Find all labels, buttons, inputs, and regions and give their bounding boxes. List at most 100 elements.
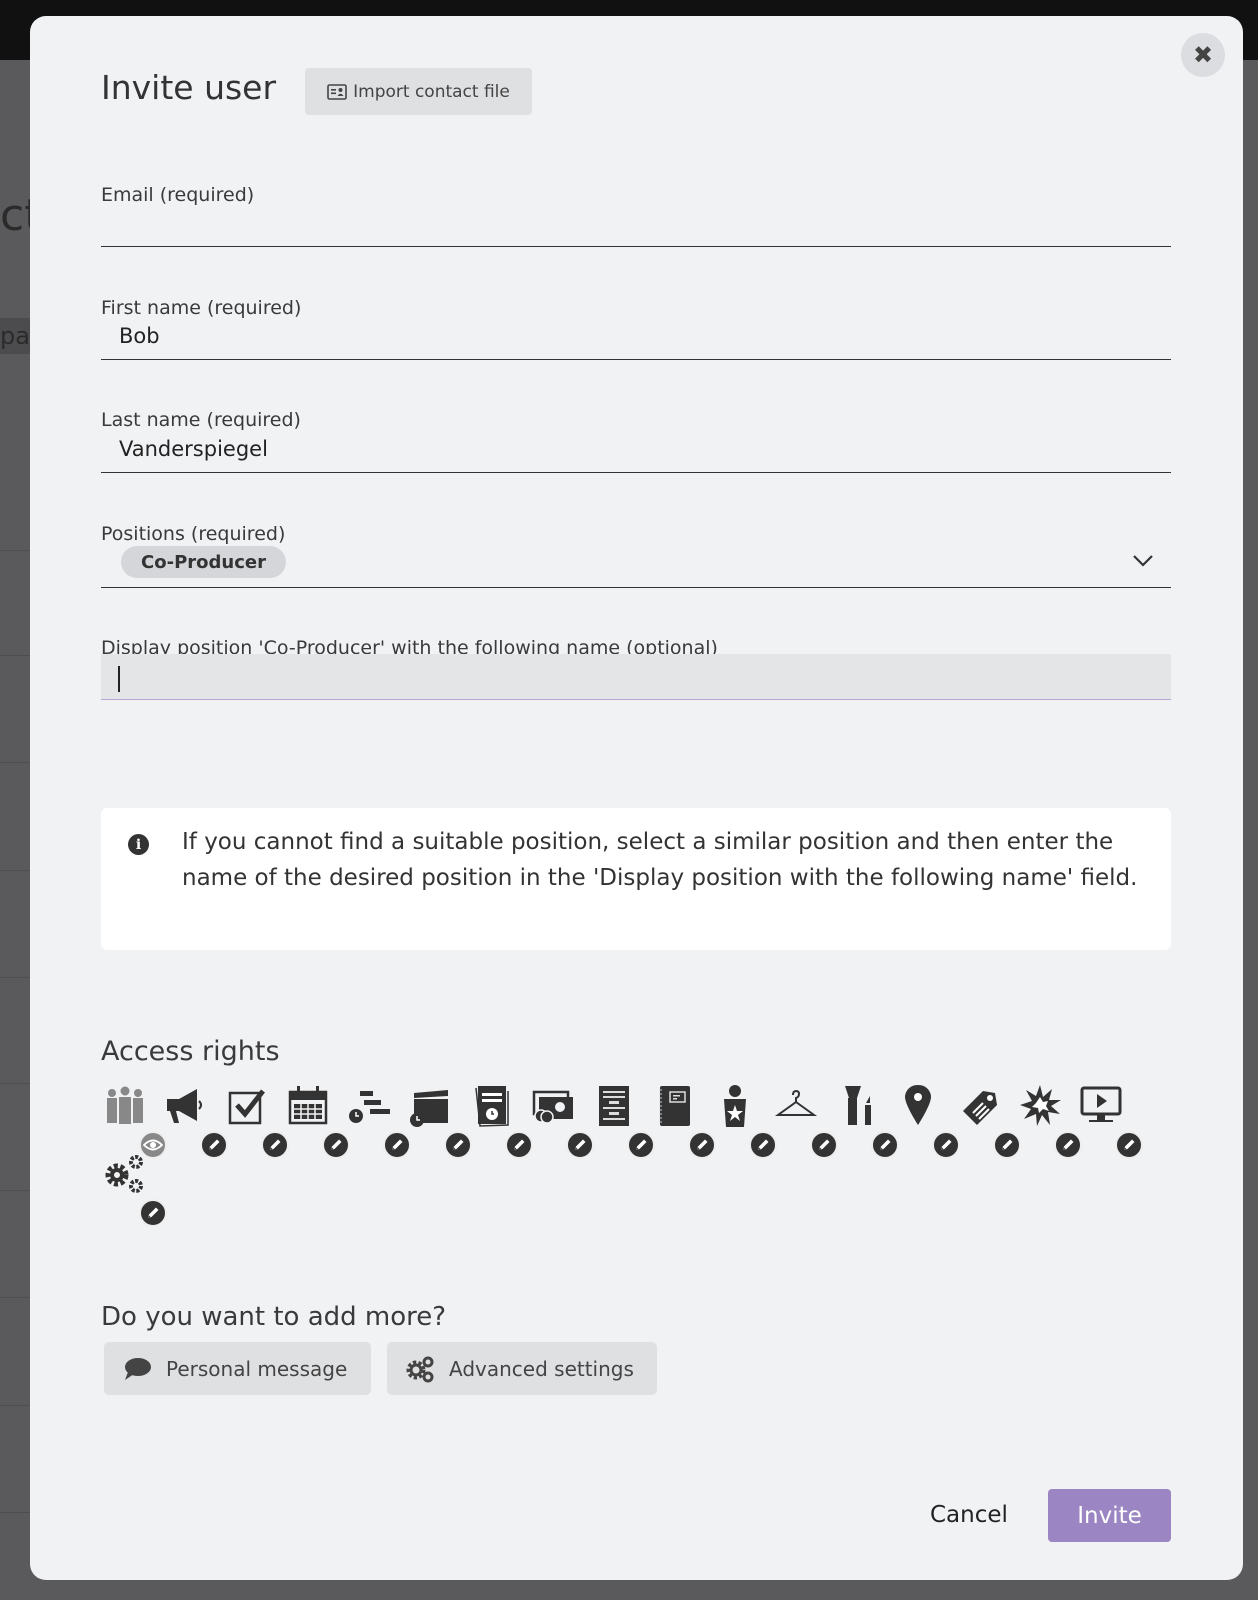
permission-edit-toggle[interactable]	[1115, 1131, 1143, 1159]
background-divider	[0, 1083, 30, 1084]
access-right-monitor-play[interactable]	[1077, 1083, 1143, 1159]
first-name-underline	[101, 359, 1171, 360]
map-pin-icon	[905, 1085, 931, 1125]
dialog-title: Invite user	[101, 68, 277, 107]
display-position-input[interactable]	[101, 654, 1171, 700]
access-right-document-clock[interactable]	[467, 1083, 533, 1159]
background-divider	[0, 1297, 30, 1298]
import-contact-file-button[interactable]: Import contact file	[305, 68, 532, 115]
speech-bubble-icon	[125, 1357, 151, 1380]
access-right-money[interactable]	[528, 1083, 594, 1159]
access-right-makeup[interactable]	[833, 1083, 899, 1159]
pencil-icon	[453, 1139, 464, 1150]
invite-user-dialog: Invite user Import contact file ✖ Email …	[30, 16, 1243, 1580]
access-right-megaphone[interactable]	[162, 1083, 228, 1159]
access-right-gears[interactable]	[101, 1151, 167, 1227]
pencil-icon	[697, 1139, 708, 1150]
pencil-icon	[941, 1139, 952, 1150]
pencil-icon	[331, 1139, 342, 1150]
advanced-settings-button[interactable]: Advanced settings	[387, 1342, 657, 1395]
hanger-icon	[774, 1089, 818, 1116]
background-divider	[0, 655, 30, 656]
background-divider	[0, 977, 30, 978]
background-divider	[0, 550, 30, 551]
background-text: pa	[0, 318, 30, 354]
schedule-bars-icon	[349, 1091, 390, 1123]
pencil-icon	[758, 1139, 769, 1150]
access-right-users[interactable]	[101, 1083, 167, 1159]
position-chip[interactable]: Co-Producer	[121, 546, 286, 578]
checkbox-icon	[228, 1089, 265, 1125]
access-right-schedule-bars[interactable]	[345, 1083, 411, 1159]
pencil-icon	[148, 1207, 159, 1218]
access-right-checkbox[interactable]	[223, 1083, 289, 1159]
last-name-label: Last name (required)	[101, 409, 301, 431]
clapperboard-icon	[410, 1090, 448, 1127]
access-right-hanger[interactable]	[772, 1083, 838, 1159]
positions-underline	[101, 587, 1171, 588]
money-icon	[532, 1090, 573, 1124]
background-divider	[0, 1190, 30, 1191]
advanced-settings-label: Advanced settings	[449, 1356, 634, 1381]
personal-message-label: Personal message	[166, 1356, 348, 1381]
first-name-field[interactable]: Bob	[119, 324, 1119, 358]
script-icon	[599, 1086, 629, 1126]
access-right-notebook[interactable]	[650, 1083, 716, 1159]
pencil-icon	[880, 1139, 891, 1150]
document-clock-icon	[475, 1086, 509, 1127]
close-icon: ✖	[1192, 41, 1214, 69]
access-right-script[interactable]	[589, 1083, 655, 1159]
tag-icon	[963, 1091, 997, 1125]
pencil-icon	[1002, 1139, 1013, 1150]
access-right-calendar[interactable]	[284, 1083, 350, 1159]
calendar-icon	[288, 1086, 328, 1125]
access-right-map-pin[interactable]	[894, 1083, 960, 1159]
megaphone-icon	[167, 1089, 202, 1123]
pencil-icon	[575, 1139, 586, 1150]
users-icon	[107, 1086, 143, 1124]
notebook-icon	[659, 1086, 690, 1126]
last-name-field[interactable]: Vanderspiegel	[119, 437, 1119, 471]
contact-card-icon	[327, 83, 347, 100]
permission-edit-toggle[interactable]	[139, 1199, 167, 1227]
gears-icon	[406, 1356, 434, 1382]
last-name-underline	[101, 472, 1171, 473]
gears-icon	[105, 1155, 143, 1193]
makeup-icon	[845, 1086, 871, 1125]
personal-message-button[interactable]: Personal message	[104, 1342, 371, 1395]
positions-label: Positions (required)	[101, 523, 286, 545]
import-contact-file-label: Import contact file	[353, 81, 510, 102]
pencil-icon	[392, 1139, 403, 1150]
pencil-icon	[514, 1139, 525, 1150]
pencil-icon	[636, 1139, 647, 1150]
explosion-icon	[1020, 1085, 1061, 1126]
info-icon: i	[128, 834, 149, 855]
first-name-label: First name (required)	[101, 297, 302, 319]
text-cursor	[118, 666, 120, 692]
access-right-tag[interactable]	[955, 1083, 1021, 1159]
background-divider	[0, 1405, 30, 1406]
monitor-play-icon	[1080, 1086, 1122, 1122]
background-divider	[0, 762, 30, 763]
chevron-down-icon[interactable]	[1132, 554, 1154, 568]
info-box: i If you cannot find a suitable position…	[101, 808, 1171, 950]
background-divider	[0, 1512, 30, 1513]
pencil-icon	[1063, 1139, 1074, 1150]
access-right-clapperboard[interactable]	[406, 1083, 472, 1159]
pencil-icon	[1124, 1139, 1135, 1150]
add-more-heading: Do you want to add more?	[101, 1302, 447, 1332]
close-button[interactable]: ✖	[1181, 33, 1225, 77]
background-divider	[0, 870, 30, 871]
pencil-icon	[270, 1139, 281, 1150]
eye-icon	[143, 1139, 163, 1151]
email-underline	[101, 246, 1171, 247]
invite-button[interactable]: Invite	[1048, 1489, 1171, 1542]
person-star-icon	[724, 1085, 746, 1127]
email-label: Email (required)	[101, 184, 255, 206]
access-right-explosion[interactable]	[1016, 1083, 1082, 1159]
access-rights-heading: Access rights	[101, 1036, 280, 1067]
cancel-button[interactable]: Cancel	[930, 1502, 1008, 1528]
pencil-icon	[819, 1139, 830, 1150]
access-right-person-star[interactable]	[711, 1083, 777, 1159]
pencil-icon	[209, 1139, 220, 1150]
